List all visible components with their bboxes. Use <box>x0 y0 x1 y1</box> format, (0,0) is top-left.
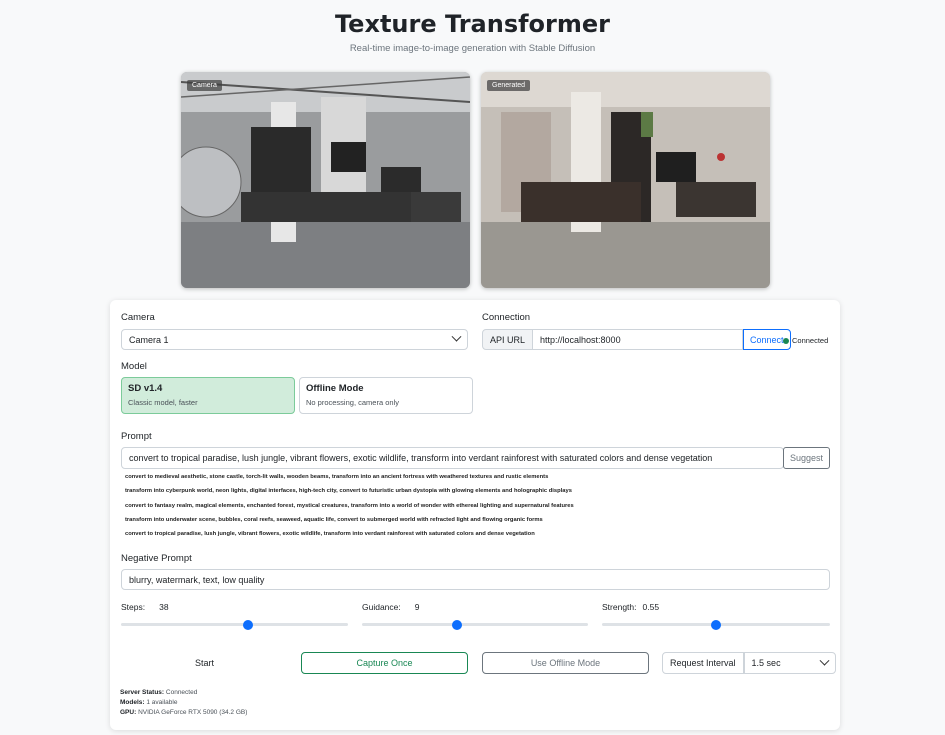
page-subtitle: Real-time image-to-image generation with… <box>349 43 596 54</box>
request-interval-group: Request Interval 1.5 sec <box>662 652 836 674</box>
api-url-input[interactable]: http://localhost:8000 <box>533 329 744 350</box>
strength-label-text: Strength: <box>602 602 637 612</box>
gpu-line: GPU: NVIDIA GeForce RTX 5090 (34.2 GB) <box>120 708 247 718</box>
steps-slider-thumb[interactable] <box>243 619 254 630</box>
camera-label: Camera <box>121 312 155 323</box>
model-desc: No processing, camera only <box>306 398 399 407</box>
camera-select[interactable]: Camera 1 <box>121 329 468 350</box>
server-status-line: Server Status: Connected <box>120 688 247 698</box>
camera-badge: Camera <box>187 80 222 91</box>
use-offline-mode-button[interactable]: Use Offline Mode <box>482 652 649 674</box>
guidance-label-text: Guidance: <box>362 602 401 612</box>
start-button[interactable]: Start <box>195 658 214 668</box>
connection-status: Connected <box>783 336 828 345</box>
prompt-suggestion[interactable]: convert to medieval aesthetic, stone cas… <box>125 474 548 480</box>
prompt-input[interactable]: convert to tropical paradise, lush jungl… <box>121 447 784 469</box>
gpu-label: GPU: <box>120 709 137 716</box>
strength-label: Strength: 0.55 <box>602 602 659 612</box>
negative-prompt-input[interactable]: blurry, watermark, text, low quality <box>121 569 830 590</box>
connection-label: Connection <box>482 312 531 323</box>
generated-image <box>481 72 770 288</box>
steps-label: Steps: 38 <box>121 602 169 612</box>
model-name: SD v1.4 <box>128 383 163 394</box>
model-desc: Classic model, faster <box>128 398 198 407</box>
chevron-down-icon <box>451 331 462 342</box>
request-interval-value: 1.5 sec <box>751 658 781 668</box>
camera-select-value: Camera 1 <box>129 334 169 345</box>
prompt-suggestion[interactable]: transform into cyberpunk world, neon lig… <box>125 488 572 494</box>
models-value: 1 available <box>146 699 178 706</box>
strength-value: 0.55 <box>642 602 660 612</box>
guidance-slider-thumb[interactable] <box>451 619 462 630</box>
request-interval-label: Request Interval <box>662 652 744 674</box>
steps-value: 38 <box>159 602 169 612</box>
prompt-label: Prompt <box>121 431 152 442</box>
suggest-button[interactable]: Suggest <box>783 447 830 469</box>
prompt-suggestion[interactable]: convert to tropical paradise, lush jungl… <box>125 531 535 537</box>
guidance-label: Guidance: 9 <box>362 602 419 612</box>
server-status-value: Connected <box>165 689 198 696</box>
prompt-suggestion[interactable]: convert to fantasy realm, magical elemen… <box>125 503 574 509</box>
capture-once-button[interactable]: Capture Once <box>301 652 468 674</box>
models-label: Models: <box>120 699 145 706</box>
model-option-sd14[interactable]: SD v1.4 Classic model, faster <box>121 377 295 414</box>
gpu-value: NVIDIA GeForce RTX 5090 (34.2 GB) <box>138 709 248 716</box>
camera-image <box>181 72 470 288</box>
model-option-offline[interactable]: Offline Mode No processing, camera only <box>299 377 473 414</box>
page-title: Texture Transformer <box>335 10 610 38</box>
api-url-label: API URL <box>482 329 534 350</box>
prompt-suggestion[interactable]: transform into underwater scene, bubbles… <box>125 517 543 523</box>
model-label: Model <box>121 361 147 372</box>
chevron-down-icon <box>819 655 829 666</box>
status-dot-icon <box>783 337 789 344</box>
server-info: Server Status: Connected Models: 1 avail… <box>120 688 247 718</box>
models-line: Models: 1 available <box>120 698 247 708</box>
generated-badge: Generated <box>487 80 531 91</box>
api-url-group: API URL http://localhost:8000 Connect <box>482 329 791 350</box>
model-name: Offline Mode <box>306 383 364 394</box>
guidance-slider[interactable] <box>362 619 588 630</box>
negative-prompt-label: Negative Prompt <box>121 553 192 564</box>
camera-feed: Camera <box>181 72 470 288</box>
connection-status-text: Connected <box>792 336 829 345</box>
strength-slider[interactable] <box>602 619 830 630</box>
guidance-value: 9 <box>414 602 420 612</box>
generated-feed: Generated <box>481 72 770 288</box>
request-interval-select[interactable]: 1.5 sec <box>743 652 836 674</box>
steps-slider[interactable] <box>121 619 348 630</box>
control-panel: Camera Camera 1 Connection API URL http:… <box>110 300 840 730</box>
steps-label-text: Steps: <box>121 602 146 612</box>
strength-slider-thumb[interactable] <box>711 619 721 630</box>
server-status-label: Server Status: <box>120 689 165 696</box>
